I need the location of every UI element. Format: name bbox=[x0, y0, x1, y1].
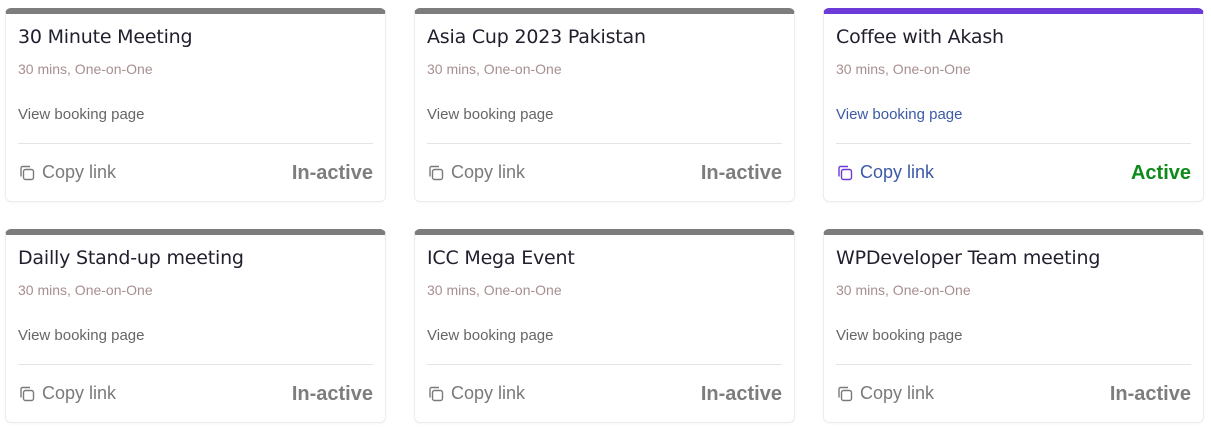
copy-icon bbox=[836, 164, 854, 182]
divider bbox=[836, 364, 1191, 365]
view-booking-page-link[interactable]: View booking page bbox=[836, 327, 963, 344]
copy-icon bbox=[18, 164, 36, 182]
view-booking-page-link[interactable]: View booking page bbox=[18, 327, 145, 344]
copy-link-button[interactable]: Copy link bbox=[836, 383, 934, 404]
event-title[interactable]: WPDeveloper Team meeting bbox=[836, 247, 1100, 269]
event-meta: 30 mins, One-on-One bbox=[18, 282, 153, 298]
event-title[interactable]: Coffee with Akash bbox=[836, 26, 1004, 48]
event-card: Coffee with Akash 30 mins, One-on-One Vi… bbox=[823, 8, 1204, 202]
event-title[interactable]: 30 Minute Meeting bbox=[18, 26, 193, 48]
copy-link-button[interactable]: Copy link bbox=[18, 162, 116, 183]
view-booking-page-link[interactable]: View booking page bbox=[427, 327, 554, 344]
event-meta: 30 mins, One-on-One bbox=[427, 282, 562, 298]
copy-icon bbox=[836, 385, 854, 403]
view-booking-page-link[interactable]: View booking page bbox=[836, 106, 963, 123]
copy-icon bbox=[427, 164, 445, 182]
event-card: 30 Minute Meeting 30 mins, One-on-One Vi… bbox=[5, 8, 386, 202]
event-meta: 30 mins, One-on-One bbox=[836, 282, 971, 298]
copy-link-label: Copy link bbox=[42, 162, 117, 182]
copy-icon bbox=[427, 385, 445, 403]
copy-link-label: Copy link bbox=[860, 162, 935, 182]
event-card: WPDeveloper Team meeting 30 mins, One-on… bbox=[823, 229, 1204, 423]
event-title[interactable]: Dailly Stand-up meeting bbox=[18, 247, 244, 269]
copy-link-label: Copy link bbox=[860, 383, 935, 403]
divider bbox=[427, 143, 782, 144]
copy-link-button[interactable]: Copy link bbox=[427, 162, 525, 183]
divider bbox=[836, 143, 1191, 144]
copy-link-button[interactable]: Copy link bbox=[427, 383, 525, 404]
copy-link-button[interactable]: Copy link bbox=[836, 162, 934, 183]
copy-link-label: Copy link bbox=[451, 162, 526, 182]
divider bbox=[18, 143, 373, 144]
event-meta: 30 mins, One-on-One bbox=[836, 61, 971, 77]
copy-icon bbox=[18, 385, 36, 403]
copy-link-label: Copy link bbox=[451, 383, 526, 403]
event-type-grid: 30 Minute Meeting 30 mins, One-on-One Vi… bbox=[0, 0, 1211, 438]
status-badge[interactable]: In-active bbox=[701, 383, 782, 406]
event-title[interactable]: Asia Cup 2023 Pakistan bbox=[427, 26, 646, 48]
event-title[interactable]: ICC Mega Event bbox=[427, 247, 575, 269]
divider bbox=[18, 364, 373, 365]
event-card: Dailly Stand-up meeting 30 mins, One-on-… bbox=[5, 229, 386, 423]
event-meta: 30 mins, One-on-One bbox=[427, 61, 562, 77]
status-badge[interactable]: Active bbox=[1131, 162, 1191, 185]
copy-link-button[interactable]: Copy link bbox=[18, 383, 116, 404]
status-badge[interactable]: In-active bbox=[1110, 383, 1191, 406]
view-booking-page-link[interactable]: View booking page bbox=[427, 106, 554, 123]
divider bbox=[427, 364, 782, 365]
status-badge[interactable]: In-active bbox=[701, 162, 782, 185]
event-card: ICC Mega Event 30 mins, One-on-One View … bbox=[414, 229, 795, 423]
status-badge[interactable]: In-active bbox=[292, 162, 373, 185]
status-badge[interactable]: In-active bbox=[292, 383, 373, 406]
copy-link-label: Copy link bbox=[42, 383, 117, 403]
event-meta: 30 mins, One-on-One bbox=[18, 61, 153, 77]
view-booking-page-link[interactable]: View booking page bbox=[18, 106, 145, 123]
event-card: Asia Cup 2023 Pakistan 30 mins, One-on-O… bbox=[414, 8, 795, 202]
